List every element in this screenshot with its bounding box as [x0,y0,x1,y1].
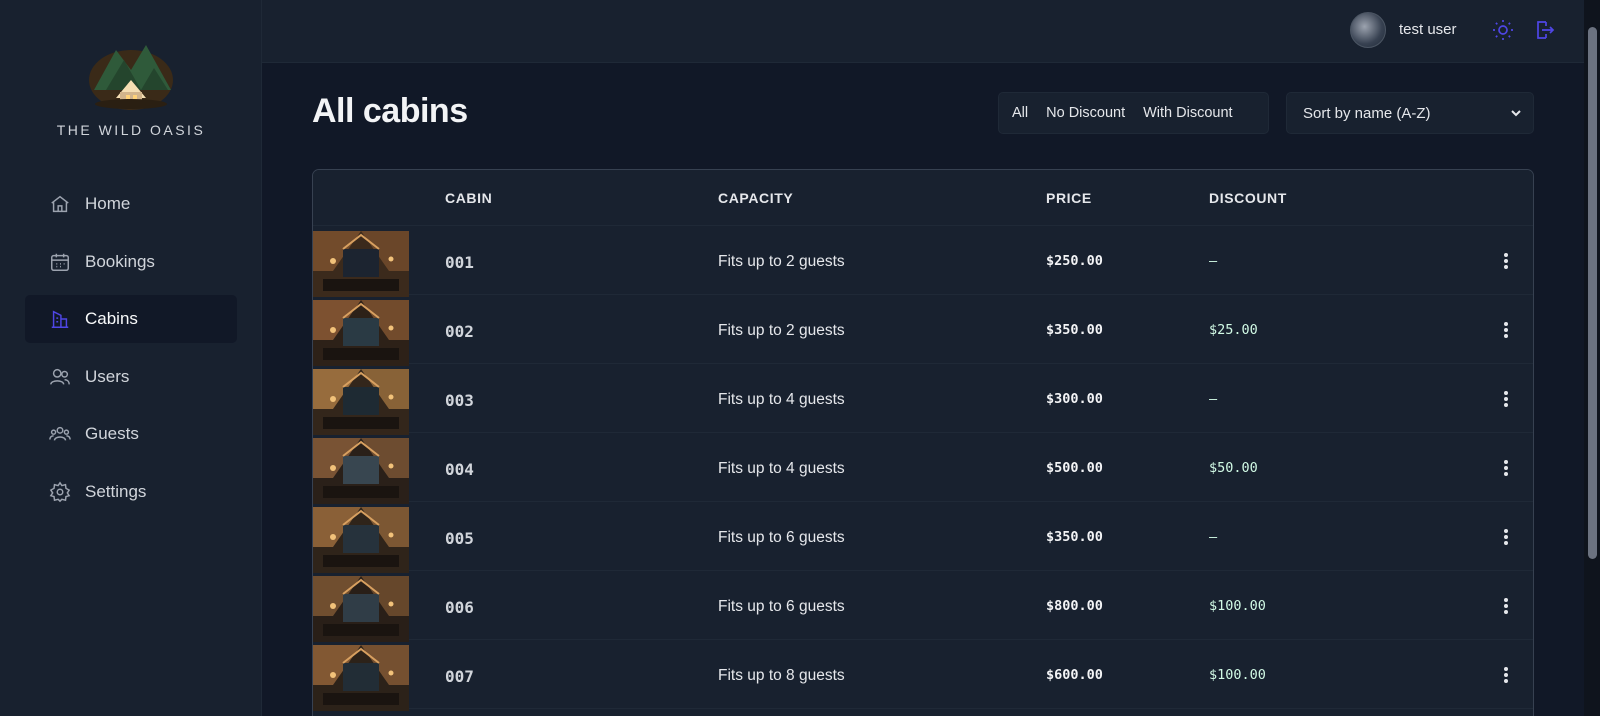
cabin-name: 002 [445,322,474,341]
cabin-capacity: Fits up to 6 guests [718,529,845,546]
kebab-menu-icon [1504,253,1508,269]
cabin-image [313,507,409,573]
gear-icon [49,481,71,503]
sidebar-item-cabins[interactable]: Cabins [25,295,237,343]
sidebar-item-label: Settings [85,481,147,501]
sidebar-item-label: Bookings [85,251,155,271]
column-header-capacity: CAPACITY [718,190,794,206]
scrollbar-thumb[interactable] [1588,27,1597,559]
table-row: 004 Fits up to 4 guests $500.00 $50.00 [313,433,1533,504]
cabin-price: $300.00 [1046,391,1103,407]
sidebar: THE WILD OASIS Home Bookings Cabins User… [0,0,262,716]
filter-all-button[interactable]: All [1005,99,1035,127]
username: test user [1399,21,1457,38]
filter-with-discount-button[interactable]: With Discount [1136,99,1239,127]
cabin-capacity: Fits up to 4 guests [718,460,845,477]
cabin-price: $250.00 [1046,253,1103,269]
cabin-image [313,645,409,711]
chevron-down-icon [1509,106,1523,120]
row-menu-button[interactable] [1493,662,1519,688]
sidebar-item-settings[interactable]: Settings [25,468,237,516]
row-menu-button[interactable] [1493,593,1519,619]
page-title: All cabins [312,92,468,130]
home-icon [49,193,71,215]
row-menu-button[interactable] [1493,248,1519,274]
cabin-name: 006 [445,598,474,617]
cabin-price: $500.00 [1046,460,1103,476]
sun-icon[interactable] [1491,18,1515,42]
sidebar-item-label: Guests [85,424,139,443]
logo[interactable] [86,40,176,110]
table-row: 007 Fits up to 8 guests $600.00 $100.00 [313,640,1533,711]
cabin-name: 004 [445,460,474,479]
cabin-capacity: Fits up to 6 guests [718,598,845,615]
column-header-cabin: CABIN [445,190,493,206]
sidebar-item-users[interactable]: Users [25,353,237,401]
column-header-price: PRICE [1046,190,1092,206]
cabin-image [313,300,409,366]
cabin-name: 005 [445,529,474,548]
table-row: 002 Fits up to 2 guests $350.00 $25.00 [313,295,1533,366]
sidebar-item-label: Users [85,366,130,386]
cabin-capacity: Fits up to 2 guests [718,322,845,339]
kebab-menu-icon [1504,391,1508,407]
user-group-icon [49,423,71,445]
table-row: 006 Fits up to 6 guests $800.00 $100.00 [313,571,1533,642]
cabin-price: $600.00 [1046,667,1103,683]
table-header: CABIN CAPACITY PRICE DISCOUNT [313,170,1533,226]
logout-icon[interactable] [1532,18,1556,42]
cabin-name: 003 [445,391,474,410]
cabin-discount: $50.00 [1209,460,1258,476]
cabin-discount: $100.00 [1209,598,1266,614]
cabin-discount: — [1209,529,1218,545]
cabin-image [313,438,409,504]
cabins-table: CABIN CAPACITY PRICE DISCOUNT 001 Fits u… [312,169,1534,716]
table-body: 001 Fits up to 2 guests $250.00 — 002 Fi… [313,226,1533,711]
sidebar-item-label: Home [85,194,131,213]
kebab-menu-icon [1504,598,1508,614]
cabin-capacity: Fits up to 4 guests [718,391,845,408]
row-menu-button[interactable] [1493,386,1519,412]
users-icon [49,366,71,388]
cabin-name: 007 [445,667,474,686]
cabin-image [313,369,409,435]
cabin-discount: — [1209,253,1218,269]
kebab-menu-icon [1504,529,1508,545]
cabin-discount: — [1209,391,1218,407]
row-menu-button[interactable] [1493,455,1519,481]
cabin-price: $350.00 [1046,529,1103,545]
sidebar-nav: Home Bookings Cabins Users Guests Settin… [25,180,237,525]
sort-selected-value: Sort by name (A-Z) [1303,104,1431,122]
table-row: 005 Fits up to 6 guests $350.00 — [313,502,1533,573]
buildings-icon [49,308,71,330]
cabin-image [313,231,409,297]
sidebar-item-label: Cabins [85,309,138,328]
table-row: 003 Fits up to 4 guests $300.00 — [313,364,1533,435]
row-menu-button[interactable] [1493,317,1519,343]
cabin-image [313,576,409,642]
kebab-menu-icon [1504,322,1508,338]
kebab-menu-icon [1504,667,1508,683]
kebab-menu-icon [1504,460,1508,476]
discount-filter: All No Discount With Discount [998,92,1269,134]
sidebar-item-bookings[interactable]: Bookings [25,238,237,286]
column-header-discount: DISCOUNT [1209,190,1287,206]
cabin-discount: $25.00 [1209,322,1258,338]
filter-no-discount-button[interactable]: No Discount [1039,99,1132,127]
avatar[interactable] [1350,12,1386,48]
cabin-name: 001 [445,253,474,272]
sidebar-item-home[interactable]: Home [25,180,237,228]
logo-text: THE WILD OASIS [56,122,206,138]
cabin-price: $350.00 [1046,322,1103,338]
row-menu-button[interactable] [1493,524,1519,550]
cabin-price: $800.00 [1046,598,1103,614]
sidebar-item-guests[interactable]: Guests [25,410,237,458]
cabin-discount: $100.00 [1209,667,1266,683]
sort-select[interactable]: Sort by name (A-Z) [1286,92,1534,134]
table-row: 001 Fits up to 2 guests $250.00 — [313,226,1533,297]
cabin-capacity: Fits up to 2 guests [718,253,845,270]
calendar-icon [49,251,71,273]
cabin-capacity: Fits up to 8 guests [718,667,845,684]
